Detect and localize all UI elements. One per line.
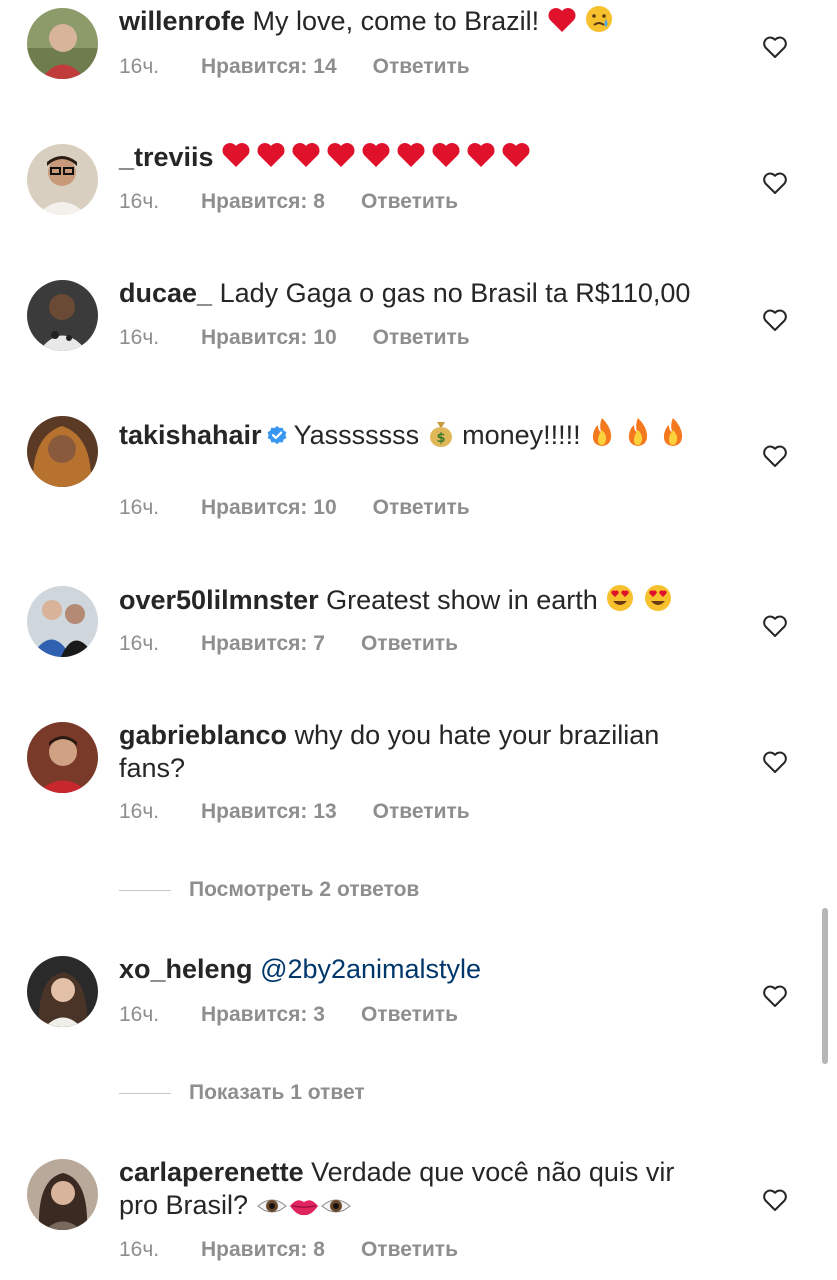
comment-text-continued: money!!!!!: [462, 420, 581, 450]
comment-time: 16ч.: [119, 632, 160, 655]
comment-meta: 16ч. Нравится: 8 Ответить: [119, 1236, 458, 1264]
comment-text: My love, come to Brazil!: [252, 6, 540, 36]
view-replies-button[interactable]: Показать 1 ответ: [119, 1079, 365, 1107]
comment-text: Greatest show in earth: [326, 585, 598, 615]
comment-mention-link[interactable]: @2by2animalstyle: [260, 954, 481, 984]
comment-likes[interactable]: Нравится: 10: [201, 494, 337, 522]
heart-outline-icon[interactable]: [762, 750, 788, 774]
avatar[interactable]: [27, 1159, 98, 1230]
comment-username[interactable]: carlaperenette: [119, 1157, 304, 1187]
fire-emoji: [659, 416, 687, 456]
lips-emoji: [288, 1193, 320, 1226]
comment-likes[interactable]: Нравится: 13: [201, 798, 337, 826]
red-heart-emoji: [547, 6, 577, 42]
view-replies-label: Посмотреть 2 ответов: [189, 878, 420, 901]
comment-username[interactable]: _treviis: [119, 142, 214, 172]
crying-face-emoji: [584, 4, 614, 42]
comment-username[interactable]: xo_heleng: [119, 954, 253, 984]
avatar[interactable]: [27, 586, 98, 657]
comment-text: Yasssssss: [293, 420, 420, 450]
heart-outline-icon[interactable]: [762, 171, 788, 195]
comment-likes[interactable]: Нравится: 14: [201, 53, 337, 81]
comment-meta: 16ч. Нравится: 7 Ответить: [119, 630, 458, 658]
comment-username[interactable]: ducae_: [119, 278, 212, 308]
comment-meta: 16ч. Нравится: 8 Ответить: [119, 188, 458, 216]
eye-emoji: [320, 1193, 352, 1226]
comment-username[interactable]: gabrieblanco: [119, 720, 287, 750]
comment-time: 16ч.: [119, 55, 160, 78]
avatar[interactable]: [27, 8, 98, 79]
view-replies-label: Показать 1 ответ: [189, 1081, 365, 1104]
avatar[interactable]: [27, 722, 98, 793]
comment-likes[interactable]: Нравится: 3: [201, 1001, 325, 1029]
reply-button[interactable]: Ответить: [361, 1001, 458, 1029]
fire-emoji: [624, 416, 652, 456]
divider-line: [119, 889, 171, 891]
comment-time: 16ч.: [119, 1003, 160, 1026]
eye-emoji: [256, 1193, 288, 1226]
comment-time: 16ч.: [119, 800, 160, 823]
avatar[interactable]: [27, 956, 98, 1027]
comment-likes[interactable]: Нравится: 8: [201, 1236, 325, 1264]
reply-button[interactable]: Ответить: [373, 494, 470, 522]
comment-meta: 16ч. Нравится: 10 Ответить: [119, 494, 470, 522]
verified-badge-icon: [266, 422, 288, 455]
comment-time: 16ч.: [119, 1238, 160, 1261]
comment-meta: 16ч. Нравится: 3 Ответить: [119, 1001, 458, 1029]
divider-line: [119, 1092, 171, 1094]
comment-text: Lady Gaga o gas no Brasil ta R$110,00: [219, 278, 691, 308]
heart-eyes-emoji: [643, 583, 673, 621]
comment-likes[interactable]: Нравится: 8: [201, 188, 325, 216]
heart-outline-icon[interactable]: [762, 444, 788, 468]
comment-time: 16ч.: [119, 326, 160, 349]
fire-emoji: [588, 416, 616, 456]
avatar[interactable]: [27, 280, 98, 351]
reply-button[interactable]: Ответить: [373, 53, 470, 81]
avatar[interactable]: [27, 416, 98, 487]
avatar[interactable]: [27, 144, 98, 215]
view-replies-button[interactable]: Посмотреть 2 ответов: [119, 876, 419, 904]
red-heart-emoji-row: [221, 142, 541, 172]
comment-time: 16ч.: [119, 190, 160, 213]
svg-text:$: $: [436, 431, 445, 446]
comment-time: 16ч.: [119, 496, 160, 519]
heart-outline-icon[interactable]: [762, 1188, 788, 1212]
reply-button[interactable]: Ответить: [373, 798, 470, 826]
comment-likes[interactable]: Нравится: 7: [201, 630, 325, 658]
reply-button[interactable]: Ответить: [361, 1236, 458, 1264]
comment-meta: 16ч. Нравится: 14 Ответить: [119, 53, 470, 81]
money-bag-emoji: $: [427, 418, 455, 456]
heart-outline-icon[interactable]: [762, 35, 788, 59]
heart-outline-icon[interactable]: [762, 614, 788, 638]
reply-button[interactable]: Ответить: [361, 630, 458, 658]
heart-outline-icon[interactable]: [762, 308, 788, 332]
heart-eyes-emoji: [605, 583, 635, 621]
comment-username[interactable]: takishahair: [119, 420, 262, 450]
comment-meta: 16ч. Нравится: 10 Ответить: [119, 324, 470, 352]
heart-outline-icon[interactable]: [762, 984, 788, 1008]
comment-meta: 16ч. Нравится: 13 Ответить: [119, 798, 470, 826]
comment-likes[interactable]: Нравится: 10: [201, 324, 337, 352]
scrollbar[interactable]: [822, 908, 828, 1064]
comment-username[interactable]: over50lilmnster: [119, 585, 319, 615]
reply-button[interactable]: Ответить: [373, 324, 470, 352]
comment-username[interactable]: willenrofe: [119, 6, 245, 36]
reply-button[interactable]: Ответить: [361, 188, 458, 216]
